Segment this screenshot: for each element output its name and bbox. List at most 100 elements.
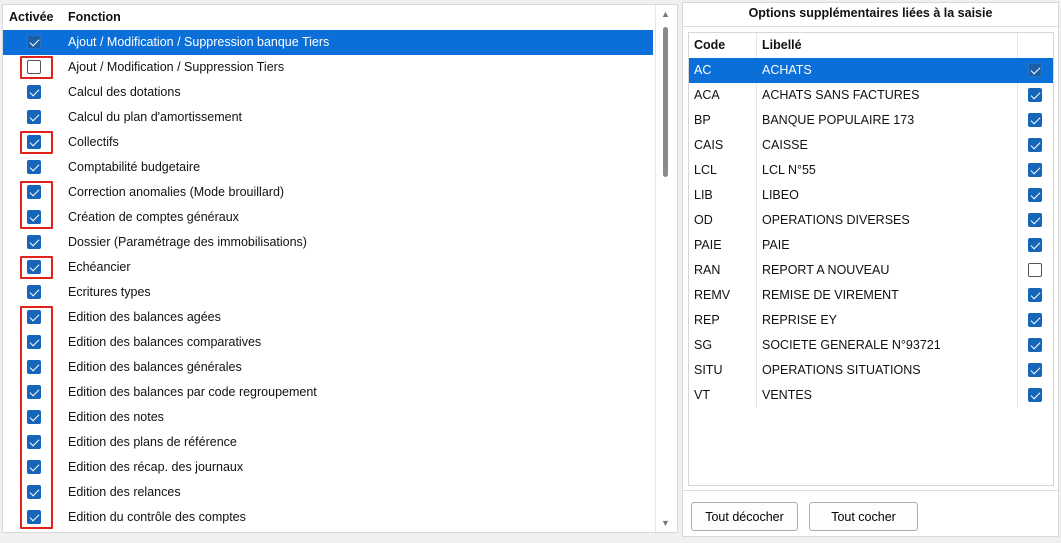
active-checkbox[interactable] [27, 410, 41, 424]
check-all-button[interactable]: Tout cocher [809, 502, 918, 531]
active-checkbox[interactable] [27, 435, 41, 449]
journal-checkbox[interactable] [1028, 188, 1042, 202]
active-checkbox[interactable] [27, 510, 41, 524]
journal-row[interactable]: OD OPERATIONS DIVERSES [689, 208, 1053, 233]
journal-code: REMV [694, 288, 731, 302]
column-header-active[interactable]: Activée [9, 5, 53, 30]
function-row[interactable]: Edition des balances générales [3, 355, 653, 380]
function-label: Ecritures types [68, 285, 151, 299]
scroll-up-icon[interactable]: ▲ [661, 9, 670, 19]
column-header-function[interactable]: Fonction [68, 5, 121, 30]
function-label: Echéancier [68, 260, 131, 274]
active-checkbox[interactable] [27, 110, 41, 124]
function-row[interactable]: Edition des balances agées [3, 305, 653, 330]
function-row[interactable]: Edition des balances comparatives [3, 330, 653, 355]
journal-row[interactable]: RAN REPORT A NOUVEAU [689, 258, 1053, 283]
journal-checkbox[interactable] [1028, 63, 1042, 77]
function-row[interactable]: Edition des notes [3, 405, 653, 430]
journal-row[interactable]: VT VENTES [689, 383, 1053, 408]
journal-row[interactable]: SITU OPERATIONS SITUATIONS [689, 358, 1053, 383]
function-row[interactable]: Correction anomalies (Mode brouillard) [3, 180, 653, 205]
active-checkbox[interactable] [27, 160, 41, 174]
function-label: Calcul des dotations [68, 85, 181, 99]
button-bar: Tout décocher Tout cocher [683, 490, 1058, 537]
journal-code: AC [694, 63, 712, 77]
journal-row[interactable]: ACA ACHATS SANS FACTURES [689, 83, 1053, 108]
function-row[interactable]: Dossier (Paramétrage des immobilisations… [3, 230, 653, 255]
journal-checkbox[interactable] [1028, 313, 1042, 327]
active-checkbox[interactable] [27, 460, 41, 474]
active-checkbox[interactable] [27, 235, 41, 249]
journal-checkbox[interactable] [1028, 263, 1042, 277]
journal-row[interactable]: LCL LCL N°55 [689, 158, 1053, 183]
journal-checkbox[interactable] [1028, 138, 1042, 152]
active-checkbox[interactable] [27, 285, 41, 299]
journal-label: OPERATIONS DIVERSES [762, 213, 910, 227]
journal-row[interactable]: PAIE PAIE [689, 233, 1053, 258]
journal-row[interactable]: REMV REMISE DE VIREMENT [689, 283, 1053, 308]
journal-row[interactable]: AC ACHATS [689, 58, 1053, 83]
function-label: Edition des balances générales [68, 360, 242, 374]
active-checkbox[interactable] [27, 335, 41, 349]
journal-label: REPRISE EY [762, 313, 838, 327]
journal-label: ACHATS [762, 63, 812, 77]
journal-row[interactable]: SG SOCIETE GENERALE N°93721 [689, 333, 1053, 358]
active-checkbox[interactable] [27, 360, 41, 374]
journal-checkbox[interactable] [1028, 388, 1042, 402]
journal-checkbox[interactable] [1028, 238, 1042, 252]
function-row[interactable]: Collectifs [3, 130, 653, 155]
journal-label: SOCIETE GENERALE N°93721 [762, 338, 941, 352]
function-row[interactable]: Calcul des dotations [3, 80, 653, 105]
journal-checkbox[interactable] [1028, 163, 1042, 177]
function-label: Edition des récap. des journaux [68, 460, 244, 474]
journal-checkbox[interactable] [1028, 88, 1042, 102]
function-label: Création de comptes généraux [68, 210, 239, 224]
column-header-label[interactable]: Libellé [762, 33, 802, 58]
function-label: Comptabilité budgetaire [68, 160, 201, 174]
journal-row[interactable]: CAIS CAISSE [689, 133, 1053, 158]
active-checkbox[interactable] [27, 185, 41, 199]
function-row[interactable]: Edition des balances par code regroupeme… [3, 380, 653, 405]
function-row[interactable]: Calcul du plan d'amortissement [3, 105, 653, 130]
journal-checkbox[interactable] [1028, 113, 1042, 127]
function-row[interactable]: Edition des récap. des journaux [3, 455, 653, 480]
journal-checkbox[interactable] [1028, 363, 1042, 377]
journal-checkbox[interactable] [1028, 288, 1042, 302]
scroll-down-icon[interactable]: ▼ [661, 518, 670, 528]
journal-row[interactable]: REP REPRISE EY [689, 308, 1053, 333]
journal-checkbox[interactable] [1028, 338, 1042, 352]
journal-row[interactable]: BP BANQUE POPULAIRE 173 [689, 108, 1053, 133]
column-header-code[interactable]: Code [694, 33, 725, 58]
function-row[interactable]: Echéancier [3, 255, 653, 280]
active-checkbox[interactable] [27, 310, 41, 324]
uncheck-all-button[interactable]: Tout décocher [691, 502, 798, 531]
vertical-scrollbar[interactable]: ▲ ▼ [655, 5, 677, 532]
function-row[interactable]: Edition du contrôle des comptes [3, 505, 653, 530]
active-checkbox[interactable] [27, 60, 41, 74]
active-checkbox[interactable] [27, 85, 41, 99]
function-row[interactable]: Comptabilité budgetaire [3, 155, 653, 180]
active-checkbox[interactable] [27, 210, 41, 224]
journal-options-panel: Options supplémentaires liées à la saisi… [682, 2, 1059, 537]
function-row[interactable]: Ajout / Modification / Suppression Tiers [3, 55, 653, 80]
journal-code: LIB [694, 188, 713, 202]
journal-code: LCL [694, 163, 717, 177]
function-row[interactable]: Création de comptes généraux [3, 205, 653, 230]
journal-code: CAIS [694, 138, 724, 152]
function-row[interactable]: Ecritures types [3, 280, 653, 305]
function-row[interactable]: Edition des relances [3, 480, 653, 505]
active-checkbox[interactable] [27, 135, 41, 149]
active-checkbox[interactable] [27, 485, 41, 499]
journal-row[interactable]: LIB LIBEO [689, 183, 1053, 208]
scrollbar-thumb[interactable] [663, 27, 668, 177]
journal-checkbox[interactable] [1028, 213, 1042, 227]
active-checkbox[interactable] [27, 260, 41, 274]
function-row[interactable]: Ajout / Modification / Suppression banqu… [3, 30, 653, 55]
function-row[interactable]: Edition des plans de référence [3, 430, 653, 455]
active-checkbox[interactable] [27, 385, 41, 399]
journal-code: REP [694, 313, 720, 327]
function-label: Dossier (Paramétrage des immobilisations… [68, 235, 307, 249]
active-checkbox[interactable] [27, 35, 41, 49]
journal-label: PAIE [762, 238, 790, 252]
journal-label: BANQUE POPULAIRE 173 [762, 113, 915, 127]
